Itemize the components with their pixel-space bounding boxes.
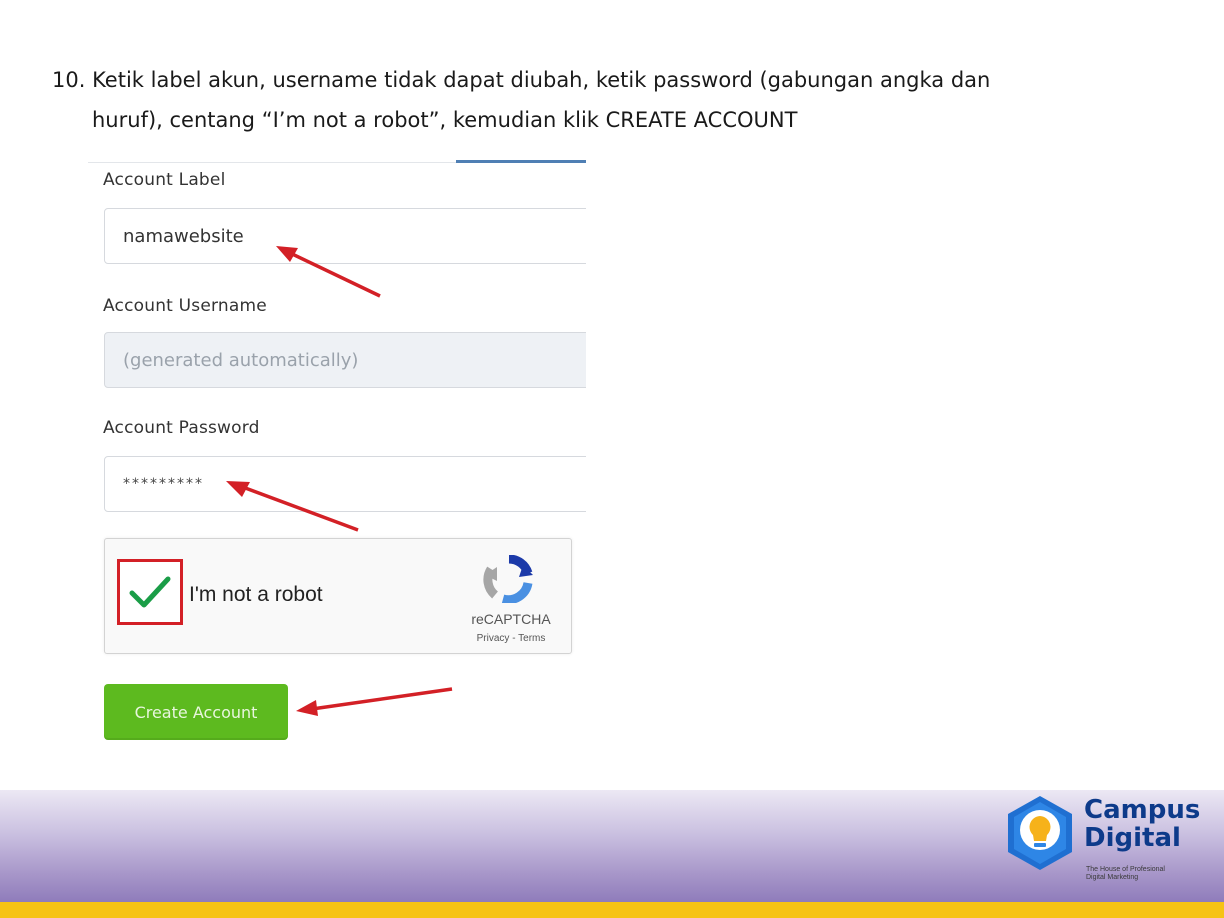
campus-digital-logo-icon xyxy=(1008,796,1072,870)
logo-tagline-2: Digital Marketing xyxy=(1086,874,1139,881)
create-account-button[interactable]: Create Account xyxy=(104,684,288,740)
logo-line-2: Digital xyxy=(1084,823,1181,853)
tab-accent xyxy=(456,160,586,163)
footer-stripe xyxy=(0,902,1224,918)
instruction-line-2: huruf), centang “I’m not a robot”, kemud… xyxy=(92,108,798,132)
logo-wordmark: Campus Digital xyxy=(1084,796,1200,852)
account-username-label: Account Username xyxy=(103,296,267,316)
logo-line-1: Campus xyxy=(1084,795,1201,825)
account-label-label: Account Label xyxy=(103,170,226,190)
account-password-label: Account Password xyxy=(103,418,260,438)
recaptcha-links[interactable]: Privacy - Terms xyxy=(461,633,561,644)
account-label-input[interactable]: namawebsite xyxy=(104,208,586,264)
recaptcha-logo-icon xyxy=(483,555,533,603)
checkmark-icon xyxy=(129,576,171,608)
logo-tagline: The House of Profesional Digital Marketi… xyxy=(1086,866,1206,882)
account-form-screenshot: Account Label namawebsite Account Userna… xyxy=(88,160,586,748)
recaptcha-brand: reCAPTCHA xyxy=(471,611,551,627)
account-password-input[interactable]: ********* xyxy=(104,456,586,512)
instruction-text: 10. Ketik label akun, username tidak dap… xyxy=(52,60,1192,140)
account-username-input: (generated automatically) xyxy=(104,332,586,388)
logo-tagline-1: The House of Profesional xyxy=(1086,866,1165,873)
instruction-line-1: 10. Ketik label akun, username tidak dap… xyxy=(52,68,991,92)
recaptcha-label: I'm not a robot xyxy=(189,583,323,606)
recaptcha-checkbox[interactable] xyxy=(117,559,183,625)
recaptcha-widget: I'm not a robot reCAPTCHA Privacy - Term… xyxy=(104,538,572,654)
